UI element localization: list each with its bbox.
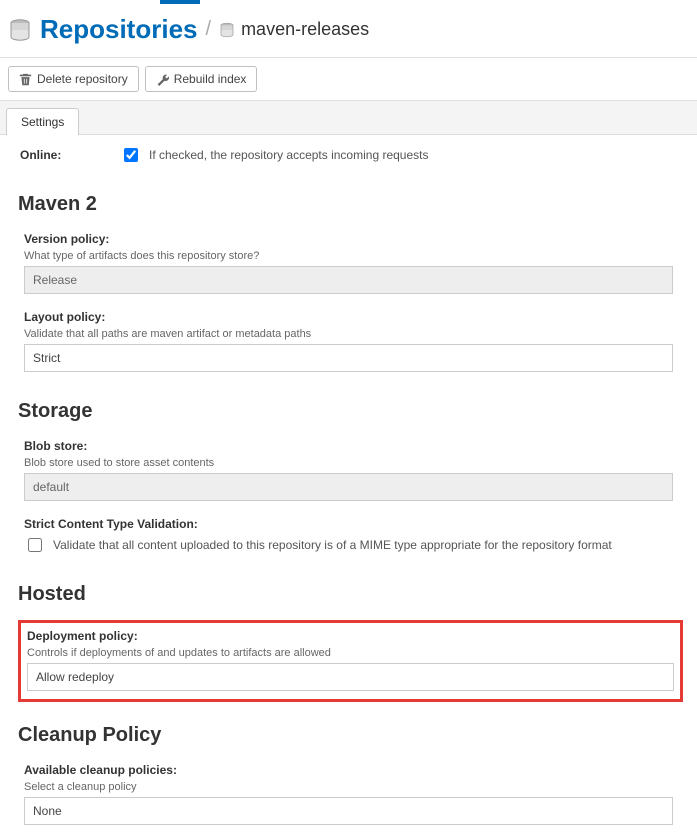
rebuild-button-label: Rebuild index: [174, 72, 247, 86]
blob-store-select[interactable]: default: [24, 473, 673, 501]
page-title-text: Repositories: [40, 14, 198, 45]
deployment-policy-highlight: Deployment policy: Controls if deploymen…: [18, 620, 683, 702]
section-cleanup-title: Cleanup Policy: [0, 706, 697, 757]
layout-policy-help: Validate that all paths are maven artifa…: [24, 328, 673, 340]
deployment-policy-help: Controls if deployments of and updates t…: [27, 647, 674, 659]
layout-policy-select[interactable]: Strict: [24, 344, 673, 372]
online-help: If checked, the repository accepts incom…: [149, 148, 428, 162]
strict-content-checkbox[interactable]: [28, 538, 42, 552]
version-policy-help: What type of artifacts does this reposit…: [24, 250, 673, 262]
content-area: Online: If checked, the repository accep…: [0, 135, 697, 835]
rebuild-index-button[interactable]: Rebuild index: [145, 66, 258, 92]
page-title-link[interactable]: Repositories: [8, 14, 198, 45]
database-small-icon: [219, 22, 235, 38]
deployment-policy-label: Deployment policy:: [27, 629, 674, 643]
deployment-policy-select[interactable]: Allow redeploy: [27, 663, 674, 691]
database-icon: [8, 18, 32, 42]
strict-content-help: Validate that all content uploaded to th…: [53, 538, 612, 552]
strict-content-label: Strict Content Type Validation:: [24, 517, 673, 531]
blob-store-help: Blob store used to store asset contents: [24, 457, 673, 469]
delete-button-label: Delete repository: [37, 72, 128, 86]
online-label: Online:: [20, 148, 70, 162]
layout-policy-label: Layout policy:: [24, 310, 673, 324]
version-policy-select[interactable]: Release: [24, 266, 673, 294]
version-policy-label: Version policy:: [24, 232, 673, 246]
breadcrumb-text: maven-releases: [241, 19, 369, 40]
toolbar: Delete repository Rebuild index: [0, 58, 697, 101]
section-hosted-title: Hosted: [0, 565, 697, 616]
field-layout-policy: Layout policy: Validate that all paths a…: [0, 304, 697, 382]
tab-settings[interactable]: Settings: [6, 108, 79, 135]
breadcrumb-separator: /: [206, 18, 212, 41]
blob-store-label: Blob store:: [24, 439, 673, 453]
cleanup-select[interactable]: None: [24, 797, 673, 825]
online-row: Online: If checked, the repository accep…: [0, 135, 697, 175]
field-blob-store: Blob store: Blob store used to store ass…: [0, 433, 697, 511]
field-cleanup-policies: Available cleanup policies: Select a cle…: [0, 757, 697, 835]
field-strict-content: Strict Content Type Validation: Validate…: [0, 511, 697, 565]
section-maven2-title: Maven 2: [0, 175, 697, 226]
cleanup-label: Available cleanup policies:: [24, 763, 673, 777]
field-version-policy: Version policy: What type of artifacts d…: [0, 226, 697, 304]
cleanup-help: Select a cleanup policy: [24, 781, 673, 793]
wrench-icon: [156, 73, 169, 86]
page-header: Repositories / maven-releases: [0, 4, 697, 58]
delete-repository-button[interactable]: Delete repository: [8, 66, 139, 92]
tab-bar: Settings: [0, 101, 697, 135]
field-deployment-policy: Deployment policy: Controls if deploymen…: [25, 627, 676, 695]
section-storage-title: Storage: [0, 382, 697, 433]
online-checkbox[interactable]: [124, 148, 138, 162]
trash-icon: [19, 73, 32, 86]
breadcrumb-item: maven-releases: [219, 19, 369, 40]
